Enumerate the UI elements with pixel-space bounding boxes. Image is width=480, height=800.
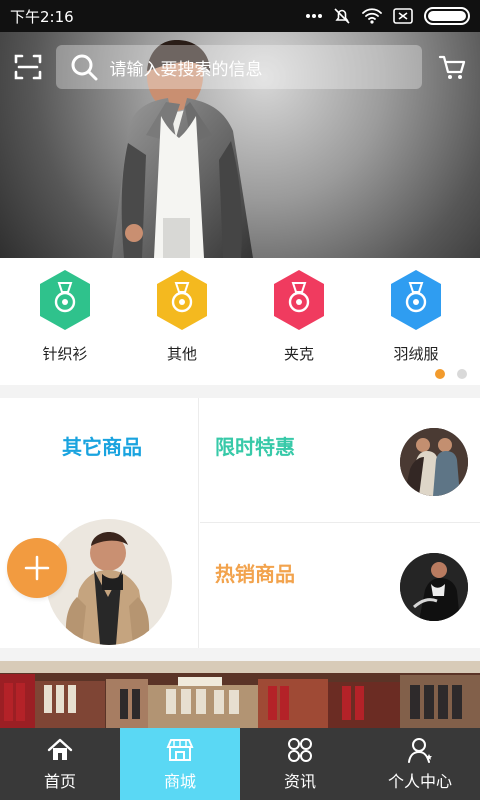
add-button[interactable] <box>7 538 67 598</box>
more-dots-icon <box>306 14 322 18</box>
plus-icon <box>24 555 50 581</box>
medal-icon <box>274 270 324 330</box>
sim-off-icon <box>393 8 413 24</box>
category-label: 羽绒服 <box>393 345 439 363</box>
medal-icon <box>391 270 441 330</box>
grid-icon <box>286 736 314 764</box>
nav-home[interactable]: 首页 <box>0 728 120 800</box>
category-panel: 针织衫 其他 夹克 羽绒服 <box>0 258 480 385</box>
search-icon <box>71 54 98 81</box>
hot-goods-image <box>400 553 468 621</box>
battery-fill <box>428 11 466 21</box>
status-bar: 下午2:16 <box>0 0 480 32</box>
mobile-screen: 下午2:16 请输入要搜索的信息 针织衫 其他 夹克 羽绒服 其它商品 限时特惠… <box>0 0 480 800</box>
status-time: 下午2:16 <box>10 7 74 26</box>
bottom-navigation: 首页 商城 资讯 个人中心 <box>0 728 480 800</box>
pager-dot-inactive[interactable] <box>457 369 467 379</box>
limited-offer-title: 限时特惠 <box>215 435 295 459</box>
cart-button[interactable] <box>436 51 468 83</box>
battery-icon <box>424 7 470 25</box>
nav-profile-label: 个人中心 <box>387 772 452 791</box>
man-cardigan-image <box>46 519 172 645</box>
nav-profile[interactable]: 个人中心 <box>360 728 480 800</box>
store-interior-image <box>0 661 480 728</box>
medal-icon <box>40 270 90 330</box>
limited-offer-image <box>400 428 468 496</box>
category-label: 针织衫 <box>42 345 88 363</box>
search-input[interactable]: 请输入要搜索的信息 <box>55 45 423 89</box>
nav-store-label: 商城 <box>163 772 196 791</box>
category-item-down-jacket[interactable]: 羽绒服 <box>376 268 456 363</box>
top-action-bar: 请输入要搜索的信息 <box>0 42 480 92</box>
medal-icon <box>157 270 207 330</box>
search-placeholder: 请输入要搜索的信息 <box>109 59 263 80</box>
pager-dot-active[interactable] <box>435 369 445 379</box>
other-goods-card[interactable]: 其它商品 <box>0 398 199 648</box>
scan-button[interactable] <box>12 51 44 83</box>
nav-news[interactable]: 资讯 <box>240 728 360 800</box>
status-icons <box>305 6 414 26</box>
store-icon <box>166 736 194 764</box>
cart-icon <box>439 55 466 79</box>
mute-bell-icon <box>334 8 350 24</box>
hot-goods-title: 热销商品 <box>215 562 295 586</box>
home-icon <box>46 736 74 764</box>
category-pager <box>435 369 467 379</box>
nav-home-label: 首页 <box>43 772 76 791</box>
category-item-other[interactable]: 其他 <box>142 268 222 363</box>
store-interior-banner[interactable] <box>0 661 480 728</box>
status-icons-group <box>305 6 470 26</box>
category-label: 其他 <box>166 345 197 363</box>
user-icon <box>406 736 434 764</box>
nav-news-label: 资讯 <box>283 772 316 791</box>
nav-store[interactable]: 商城 <box>120 728 240 800</box>
hot-goods-card[interactable]: 热销商品 <box>200 524 480 648</box>
product-sections: 其它商品 限时特惠 热销商品 <box>0 398 480 648</box>
other-goods-title: 其它商品 <box>62 435 142 459</box>
category-label: 夹克 <box>283 345 314 363</box>
wifi-icon <box>362 8 382 24</box>
category-item-knitwear[interactable]: 针织衫 <box>25 268 105 363</box>
limited-offer-card[interactable]: 限时特惠 <box>200 398 480 523</box>
category-item-jacket[interactable]: 夹克 <box>259 268 339 363</box>
scan-icon <box>14 54 42 80</box>
